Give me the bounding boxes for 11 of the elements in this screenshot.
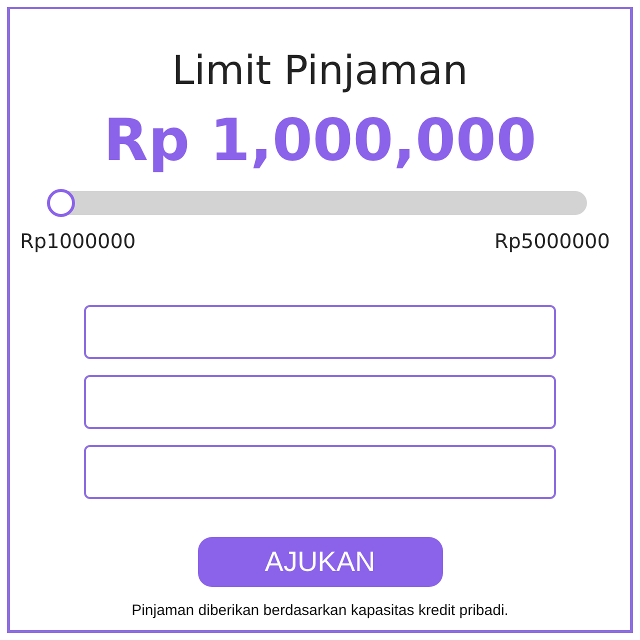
submit-button[interactable]: AJUKAN	[198, 537, 442, 587]
input-field[interactable]	[84, 305, 556, 359]
slider-thumb[interactable]	[47, 189, 75, 217]
max-label: Rp5000000	[494, 229, 610, 253]
footnote: Pinjaman diberikan berdasarkan kapasitas kredit pribadi.	[132, 602, 508, 619]
loan-amount: Rp 1,000,000	[104, 105, 536, 175]
form-title: Limit Pinjaman	[172, 47, 468, 95]
min-label: Rp1000000	[20, 229, 136, 253]
input-field[interactable]	[84, 445, 556, 499]
amount-slider[interactable]	[47, 191, 587, 215]
input-field[interactable]	[84, 375, 556, 429]
